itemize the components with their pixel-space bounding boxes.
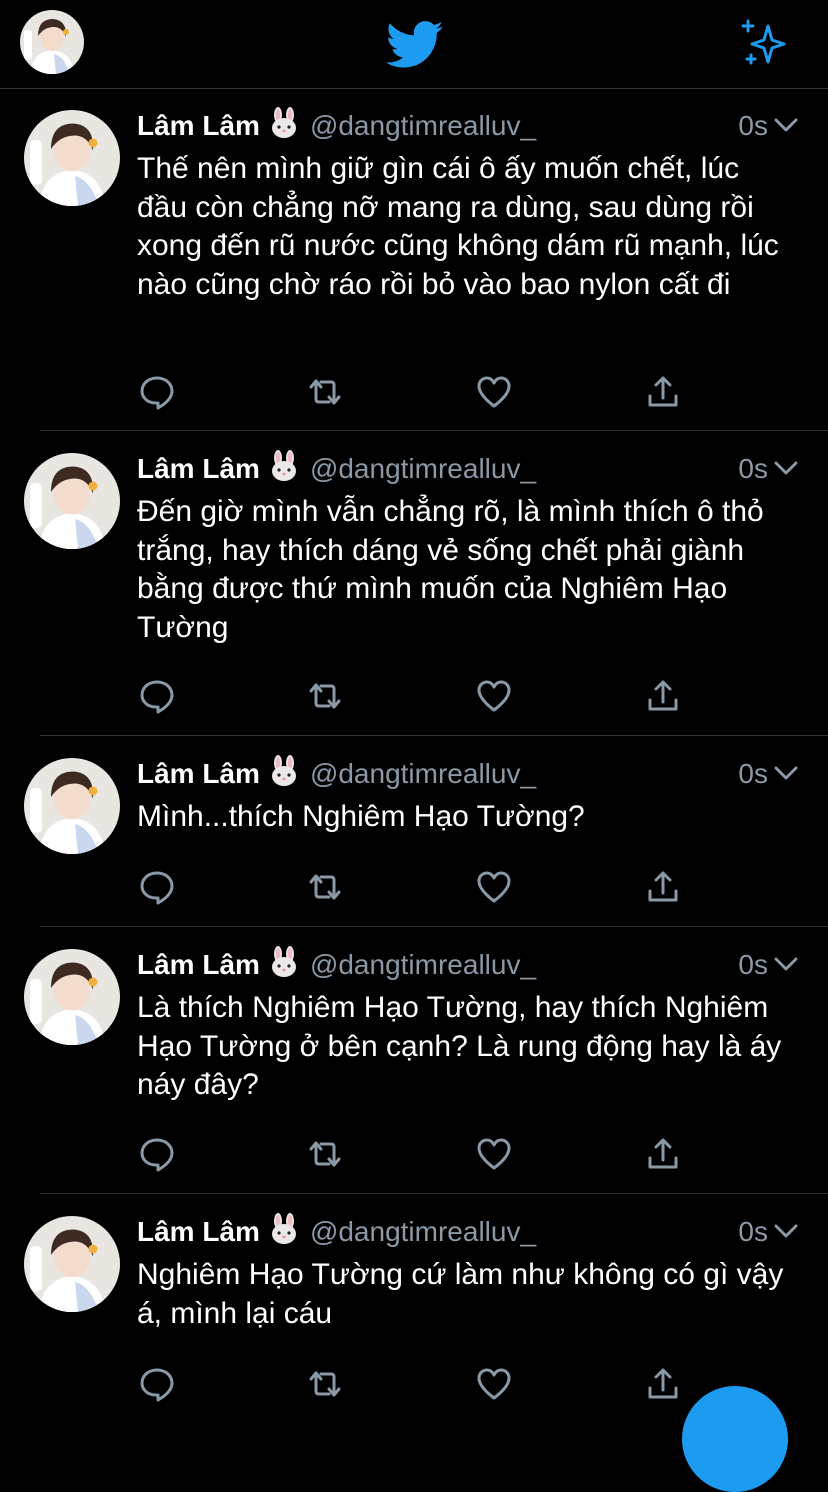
- reply-icon[interactable]: [137, 1364, 177, 1404]
- tweet-timestamp: 0s: [738, 1212, 798, 1252]
- share-icon[interactable]: [643, 372, 683, 412]
- author-handle[interactable]: @dangtimrealluv_: [310, 1216, 536, 1247]
- tweet-avatar[interactable]: [24, 949, 120, 1045]
- retweet-icon[interactable]: [305, 676, 345, 716]
- heart-icon[interactable]: [474, 867, 514, 907]
- tweet[interactable]: Lâm Lâm @dangtimrealluv_ 0s Đến giờ mình vẫ…: [0, 431, 828, 736]
- heart-icon[interactable]: [474, 1364, 514, 1404]
- tweet-header: Lâm Lâm @dangtimrealluv_ 0s: [137, 106, 798, 146]
- tweet-actions: [137, 867, 697, 907]
- author-handle[interactable]: @dangtimrealluv_: [310, 110, 536, 141]
- tweet-text: Nghiêm Hạo Tường cứ làm như không có gì …: [137, 1258, 784, 1330]
- tweet-actions: [137, 676, 697, 716]
- author-name[interactable]: Lâm Lâm: [137, 758, 260, 789]
- tweet-header: Lâm Lâm @dangtimrealluv_ 0s: [137, 1212, 798, 1252]
- tweet[interactable]: Lâm Lâm @dangtimrealluv_ 0s Nghiêm Hạo Tườn…: [0, 1194, 828, 1419]
- author-handle[interactable]: @dangtimrealluv_: [310, 758, 536, 789]
- tweet-header: Lâm Lâm @dangtimrealluv_ 0s: [137, 449, 798, 489]
- compose-tweet-button[interactable]: [682, 1386, 788, 1492]
- tweet-avatar[interactable]: [24, 1216, 120, 1312]
- author-name[interactable]: Lâm Lâm: [137, 110, 260, 141]
- tweet-timestamp: 0s: [738, 754, 798, 794]
- tweet-timestamp: 0s: [738, 449, 798, 489]
- share-icon[interactable]: [643, 867, 683, 907]
- chevron-down-icon[interactable]: [774, 765, 798, 781]
- share-icon[interactable]: [643, 1134, 683, 1174]
- retweet-icon[interactable]: [305, 1364, 345, 1404]
- tweet-timestamp: 0s: [738, 106, 798, 146]
- tweet-avatar[interactable]: [24, 110, 120, 206]
- tweet-actions: [137, 372, 697, 412]
- tweet-avatar[interactable]: [24, 453, 120, 549]
- heart-icon[interactable]: [474, 1134, 514, 1174]
- avatar-image: [24, 1216, 120, 1312]
- reply-icon[interactable]: [137, 676, 177, 716]
- share-icon[interactable]: [643, 1364, 683, 1404]
- tweet-text: Đến giờ mình vẫn chẳng rõ, là mình thích…: [137, 495, 764, 644]
- author-name[interactable]: Lâm Lâm: [137, 949, 260, 980]
- author-name[interactable]: Lâm Lâm: [137, 453, 260, 484]
- chevron-down-icon[interactable]: [774, 1223, 798, 1239]
- bunny-face-icon: [271, 946, 296, 977]
- tweet-timestamp: 0s: [738, 945, 798, 985]
- tweet-actions: [137, 1134, 697, 1174]
- tweet[interactable]: Lâm Lâm @dangtimrealluv_ 0s Mình...thích Ng…: [0, 736, 828, 927]
- tweet-header: Lâm Lâm @dangtimrealluv_ 0s: [137, 945, 798, 985]
- retweet-icon[interactable]: [305, 1134, 345, 1174]
- reply-icon[interactable]: [137, 1134, 177, 1174]
- tweet[interactable]: Lâm Lâm @dangtimrealluv_ 0s Là thích Nghiêm…: [0, 927, 828, 1194]
- avatar-image: [24, 453, 120, 549]
- bunny-face-icon: [271, 1213, 296, 1244]
- tweet[interactable]: Lâm Lâm @dangtimrealluv_ 0s Thế nên mình gi…: [0, 88, 828, 431]
- avatar-image: [24, 949, 120, 1045]
- sparkle-icon[interactable]: [738, 18, 790, 68]
- author-handle[interactable]: @dangtimrealluv_: [310, 949, 536, 980]
- reply-icon[interactable]: [137, 372, 177, 412]
- tweet-text: Là thích Nghiêm Hạo Tường, hay thích Ngh…: [137, 991, 782, 1101]
- retweet-icon[interactable]: [305, 867, 345, 907]
- avatar-image: [24, 110, 120, 206]
- chevron-down-icon[interactable]: [774, 117, 798, 133]
- timestamp-text: 0s: [738, 110, 768, 141]
- share-icon[interactable]: [643, 676, 683, 716]
- bunny-face-icon: [271, 107, 296, 138]
- reply-icon[interactable]: [137, 867, 177, 907]
- chevron-down-icon[interactable]: [774, 956, 798, 972]
- retweet-icon[interactable]: [305, 372, 345, 412]
- avatar-image: [20, 10, 84, 74]
- avatar-image: [24, 758, 120, 854]
- tweet-header: Lâm Lâm @dangtimrealluv_ 0s: [137, 754, 798, 794]
- tweet-text: Mình...thích Nghiêm Hạo Tường?: [137, 800, 585, 833]
- timestamp-text: 0s: [738, 949, 768, 980]
- twitter-bird-icon: [386, 21, 444, 68]
- timestamp-text: 0s: [738, 758, 768, 789]
- profile-avatar[interactable]: [20, 10, 84, 74]
- tweet-text: Thế nên mình giữ gìn cái ô ấy muốn chết,…: [137, 152, 779, 301]
- heart-icon[interactable]: [474, 372, 514, 412]
- bunny-face-icon: [271, 755, 296, 786]
- top-bar: [0, 0, 828, 89]
- timestamp-text: 0s: [738, 453, 768, 484]
- timestamp-text: 0s: [738, 1216, 768, 1247]
- bunny-face-icon: [271, 450, 296, 481]
- author-handle[interactable]: @dangtimrealluv_: [310, 453, 536, 484]
- chevron-down-icon[interactable]: [774, 460, 798, 476]
- tweet-avatar[interactable]: [24, 758, 120, 854]
- heart-icon[interactable]: [474, 676, 514, 716]
- author-name[interactable]: Lâm Lâm: [137, 1216, 260, 1247]
- tweet-actions: [137, 1364, 697, 1404]
